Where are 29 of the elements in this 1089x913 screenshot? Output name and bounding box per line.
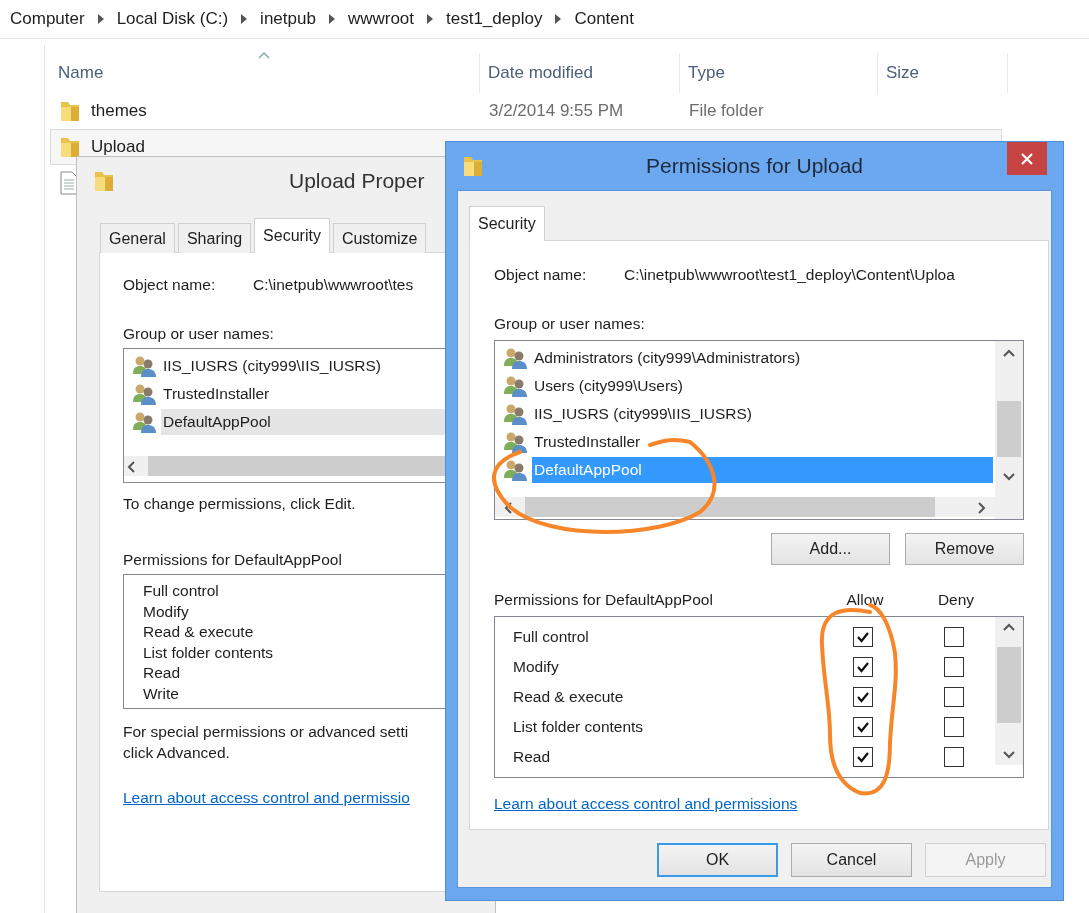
permission-name: Modify (143, 602, 189, 621)
allow-header: Allow (846, 591, 884, 609)
object-name-label: Object name: (123, 276, 217, 294)
group-label: Group or user names: (123, 325, 275, 343)
permission-name: Read (143, 664, 181, 683)
object-name-label: Object name: (494, 266, 588, 284)
file-name: Upload (91, 137, 145, 157)
group-label: Group or user names: (494, 315, 646, 333)
file-name: themes (91, 101, 147, 121)
permission-name: Full control (143, 582, 219, 601)
advanced-note: For special permissions or advanced setti (123, 722, 410, 742)
permission-name: Read & execute (513, 688, 625, 706)
permissions-label: Permissions for DefaultAppPool (494, 591, 714, 609)
permission-name: Write (143, 684, 179, 703)
permission-name: List folder contents (513, 718, 645, 736)
permissions-label: Permissions for DefaultAppPool (123, 551, 343, 569)
date-modified: 3/2/2014 9:55 PM (489, 101, 624, 121)
object-name: C:\inetpub\wwwroot\tes (253, 276, 414, 294)
object-name: C:\inetpub\wwwroot\test1_deploy\Content\Uploa (624, 266, 955, 284)
permission-name: Read & execute (143, 623, 254, 642)
window-title: Upload Proper (289, 169, 425, 193)
deny-header: Deny (937, 591, 975, 609)
hint-text: To change permissions, click Edit. (123, 495, 357, 513)
permission-name: Read (513, 748, 552, 766)
permission-name: Full control (513, 628, 590, 646)
permission-name: Modify (513, 658, 560, 676)
permission-name: List folder contents (143, 643, 274, 662)
advanced-note: click Advanced. (123, 743, 231, 763)
file-type: File folder (689, 101, 764, 121)
